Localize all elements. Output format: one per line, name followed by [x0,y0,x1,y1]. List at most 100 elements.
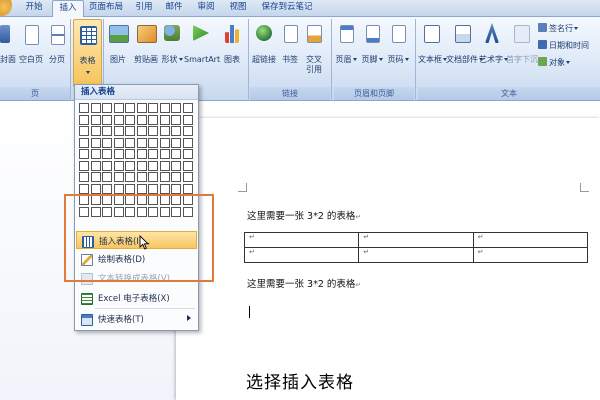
grid-cell[interactable] [113,149,124,159]
grid-cell[interactable] [148,195,158,205]
grid-cell[interactable] [136,126,147,136]
grid-cell[interactable] [136,206,147,217]
grid-cell[interactable] [136,160,147,171]
grid-cell[interactable] [148,172,158,182]
grid-cell[interactable] [79,160,89,171]
tab-review[interactable]: 审阅 [192,0,220,15]
textbox-button[interactable]: 文本框 [418,21,447,81]
grid-cell[interactable] [171,103,181,113]
document-table[interactable]: ↵ ↵ ↵ ↵ ↵ ↵ [243,232,589,263]
signature-line-button[interactable]: 签名行 [538,23,578,35]
table-cell[interactable]: ↵ [472,232,589,248]
grid-cell[interactable] [90,183,101,194]
grid-cell[interactable] [125,206,135,217]
grid-cell[interactable] [148,114,158,125]
document-line-2[interactable]: 这里需要一张 3*2 的表格↵ [247,276,361,290]
grid-cell[interactable] [113,103,124,113]
grid-cell[interactable] [171,195,181,205]
grid-cell[interactable] [113,172,124,182]
grid-cell[interactable] [102,195,112,205]
grid-cell[interactable] [90,172,101,182]
grid-cell[interactable] [159,126,170,136]
grid-cell[interactable] [159,206,170,217]
hyperlink-button[interactable]: 超链接 [250,21,278,81]
grid-cell[interactable] [102,160,112,171]
tab-page-layout[interactable]: 页面布局 [84,0,128,15]
header-button[interactable]: 页眉 [334,21,358,81]
object-button[interactable]: 对象 [538,57,570,69]
grid-cell[interactable] [136,114,147,125]
clipart-button[interactable]: 剪贴画 [132,21,160,81]
grid-cell[interactable] [102,149,112,159]
grid-cell[interactable] [125,172,135,182]
grid-cell[interactable] [171,149,181,159]
smartart-button[interactable]: SmartArt [184,21,220,81]
grid-cell[interactable] [125,137,135,148]
tab-save-cloud[interactable]: 保存到云笔记 [258,0,316,15]
grid-cell[interactable] [159,183,170,194]
grid-cell[interactable] [102,126,112,136]
cross-reference-button[interactable]: 交叉引用 [303,21,325,81]
grid-cell[interactable] [136,183,147,194]
table-cell[interactable]: ↵ [358,232,474,248]
grid-cell[interactable] [102,103,112,113]
grid-cell[interactable] [171,137,181,148]
tab-view[interactable]: 视图 [224,0,252,15]
grid-cell[interactable] [102,172,112,182]
grid-cell[interactable] [136,172,147,182]
grid-cell[interactable] [79,172,89,182]
page-number-button[interactable]: 页码 [386,21,410,81]
grid-cell[interactable] [79,206,89,217]
grid-cell[interactable] [182,172,193,182]
grid-cell[interactable] [159,149,170,159]
table-button[interactable]: 表格 [73,19,102,87]
grid-cell[interactable] [182,103,193,113]
page-break-button[interactable]: 分页 [46,21,68,81]
office-button[interactable] [0,0,12,16]
grid-cell[interactable] [113,126,124,136]
grid-cell[interactable] [79,126,89,136]
wordart-button[interactable]: 艺术字 [479,21,508,81]
grid-cell[interactable] [125,114,135,125]
grid-cell[interactable] [148,126,158,136]
grid-cell[interactable] [171,206,181,217]
grid-cell[interactable] [136,195,147,205]
chart-button[interactable]: 图表 [219,21,245,81]
grid-cell[interactable] [171,126,181,136]
footer-button[interactable]: 页脚 [360,21,384,81]
grid-cell[interactable] [102,206,112,217]
grid-cell[interactable] [79,137,89,148]
shapes-button[interactable]: 形状 [160,21,184,81]
grid-cell[interactable] [90,114,101,125]
grid-cell[interactable] [182,126,193,136]
grid-cell[interactable] [125,183,135,194]
menu-item-quick-tables[interactable]: 快速表格(T) [76,310,197,328]
blank-page-button[interactable]: 空白页 [18,21,44,81]
grid-cell[interactable] [125,103,135,113]
grid-cell[interactable] [79,103,89,113]
grid-cell[interactable] [148,103,158,113]
grid-cell[interactable] [171,172,181,182]
menu-item-insert-table[interactable]: 插入表格(I)... [76,231,197,249]
grid-cell[interactable] [182,137,193,148]
grid-cell[interactable] [182,114,193,125]
grid-cell[interactable] [148,206,158,217]
menu-item-excel-spreadsheet[interactable]: Excel 电子表格(X) [76,289,197,307]
grid-cell[interactable] [125,195,135,205]
grid-cell[interactable] [90,149,101,159]
grid-cell[interactable] [102,183,112,194]
bookmark-button[interactable]: 书签 [279,21,301,81]
grid-cell[interactable] [79,183,89,194]
grid-cell[interactable] [182,206,193,217]
tab-insert[interactable]: 插入 [52,0,84,17]
grid-cell[interactable] [171,160,181,171]
grid-cell[interactable] [148,160,158,171]
grid-cell[interactable] [182,183,193,194]
grid-cell[interactable] [90,206,101,217]
grid-cell[interactable] [171,114,181,125]
cover-page-button[interactable]: 封面 [0,21,16,81]
grid-cell[interactable] [159,103,170,113]
grid-cell[interactable] [113,183,124,194]
grid-cell[interactable] [79,195,89,205]
grid-cell[interactable] [159,137,170,148]
